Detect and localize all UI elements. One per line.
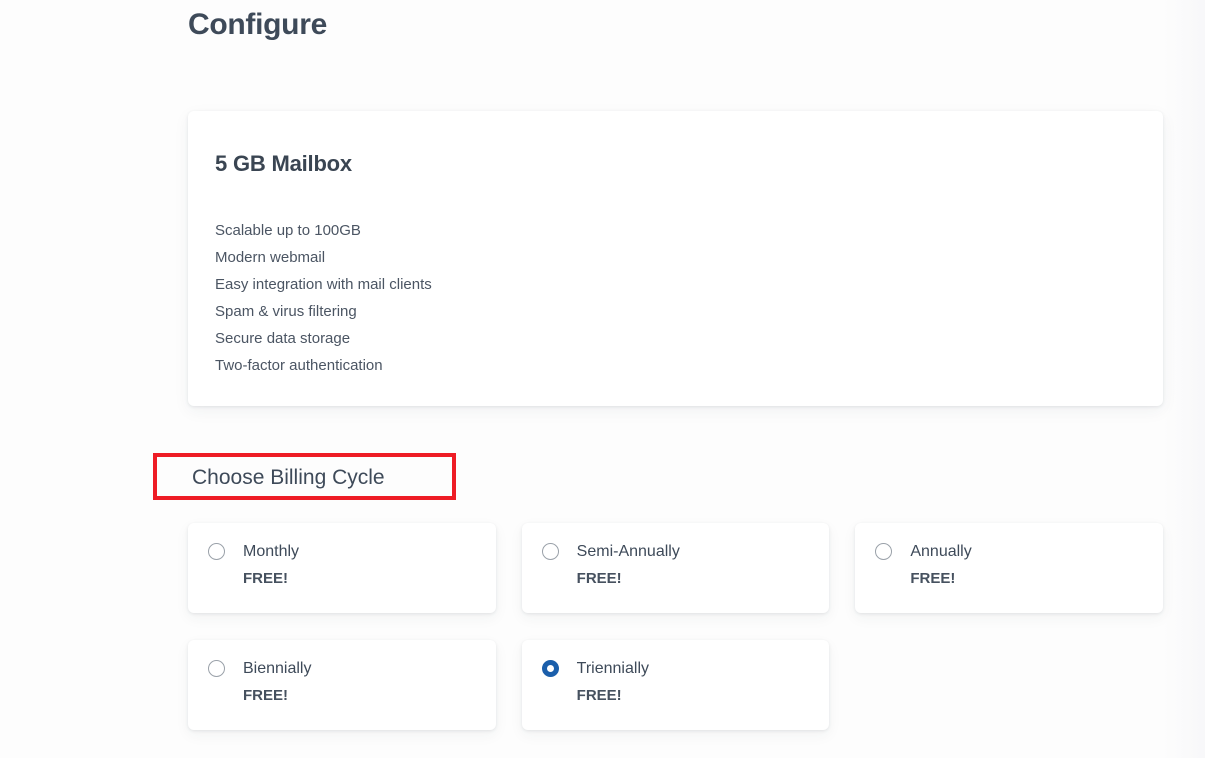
billing-option-triennially[interactable]: Triennially FREE! xyxy=(522,640,830,730)
feature-item: Secure data storage xyxy=(215,325,432,352)
feature-item: Scalable up to 100GB xyxy=(215,217,432,244)
billing-option-label: Triennially xyxy=(577,660,649,678)
feature-item: Two-factor authentication xyxy=(215,352,432,379)
billing-cycle-row: Monthly FREE! Semi-Annually FREE! Annual… xyxy=(188,523,1163,613)
product-feature-list: Scalable up to 100GB Modern webmail Easy… xyxy=(215,217,432,379)
billing-cycle-options: Monthly FREE! Semi-Annually FREE! Annual… xyxy=(188,523,1163,757)
billing-option-price: FREE! xyxy=(910,570,955,587)
billing-option-price: FREE! xyxy=(577,687,622,704)
radio-icon-biennially[interactable] xyxy=(208,660,225,677)
billing-option-price: FREE! xyxy=(243,570,288,587)
billing-option-label: Monthly xyxy=(243,543,299,561)
billing-option-label: Biennially xyxy=(243,660,311,678)
billing-option-label: Annually xyxy=(910,543,971,561)
billing-option-semi-annually[interactable]: Semi-Annually FREE! xyxy=(522,523,830,613)
billing-option-biennially[interactable]: Biennially FREE! xyxy=(188,640,496,730)
radio-icon-triennially-selected[interactable] xyxy=(542,660,559,677)
billing-option-label: Semi-Annually xyxy=(577,543,680,561)
feature-item: Modern webmail xyxy=(215,244,432,271)
billing-grid-spacer xyxy=(855,640,1163,730)
billing-option-price: FREE! xyxy=(243,687,288,704)
radio-icon-annually[interactable] xyxy=(875,543,892,560)
billing-cycle-heading: Choose Billing Cycle xyxy=(192,466,385,490)
radio-icon-monthly[interactable] xyxy=(208,543,225,560)
billing-cycle-row: Biennially FREE! Triennially FREE! xyxy=(188,640,1163,730)
billing-option-monthly[interactable]: Monthly FREE! xyxy=(188,523,496,613)
configure-page: Configure 5 GB Mailbox Scalable up to 10… xyxy=(0,0,1205,758)
product-name: 5 GB Mailbox xyxy=(215,151,352,177)
feature-item: Spam & virus filtering xyxy=(215,298,432,325)
radio-icon-semi-annually[interactable] xyxy=(542,543,559,560)
billing-option-price: FREE! xyxy=(577,570,622,587)
page-edge-shading xyxy=(1163,0,1205,758)
product-summary-card: 5 GB Mailbox Scalable up to 100GB Modern… xyxy=(188,111,1163,406)
feature-item: Easy integration with mail clients xyxy=(215,271,432,298)
billing-option-annually[interactable]: Annually FREE! xyxy=(855,523,1163,613)
page-title: Configure xyxy=(188,8,327,42)
billing-cycle-highlight-box: Choose Billing Cycle xyxy=(153,453,456,500)
